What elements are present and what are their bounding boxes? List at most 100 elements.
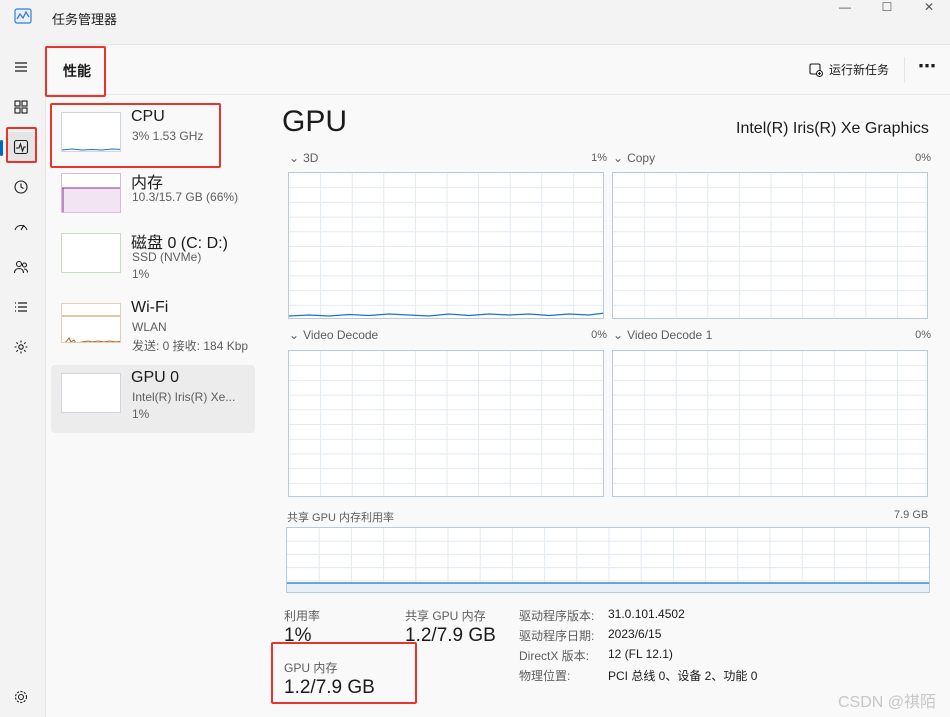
gpu-thumbnail: [61, 373, 121, 413]
app-title: 任务管理器: [52, 12, 118, 27]
details-icon: [15, 302, 27, 312]
title-bar: 任务管理器 — ☐ ✕: [0, 0, 950, 44]
header-divider: [904, 57, 905, 83]
device-detail: SSD (NVMe): [132, 250, 202, 264]
active-indicator: [0, 140, 3, 156]
graph-grid: [613, 173, 927, 318]
history-icon: [14, 180, 28, 194]
performance-icon: [13, 139, 29, 155]
graph-grid: [289, 351, 603, 496]
device-name: Wi-Fi: [131, 299, 169, 316]
nav-users[interactable]: [6, 252, 36, 282]
utilization-value: 1%: [284, 625, 312, 646]
shared-memory-max: 7.9 GB: [894, 509, 929, 521]
driver-version-label: 驱动程序版本:: [519, 609, 595, 623]
run-new-task-button[interactable]: 运行新任务: [809, 61, 889, 78]
device-gpu[interactable]: GPU 0 Intel(R) Iris(R) Xe... 1%: [51, 365, 255, 433]
startup-icon: [14, 224, 28, 231]
page-title: 性能: [63, 63, 91, 79]
settings-icon: [14, 690, 28, 704]
nav-performance[interactable]: [6, 132, 36, 162]
gpu-heading: GPU: [282, 105, 348, 138]
engine-graph-video-decode: [288, 350, 604, 497]
engine-percent: 1%: [591, 152, 607, 164]
run-new-task-label: 运行新任务: [829, 63, 890, 77]
chevron-down-icon: ⌄: [613, 151, 624, 165]
nav-rail: [0, 44, 45, 717]
nav-history[interactable]: [6, 172, 36, 202]
settings-button[interactable]: [6, 682, 36, 712]
hamburger-icon: [15, 62, 27, 72]
cpu-thumbnail: [61, 112, 121, 152]
shared-memory-fill: [287, 582, 929, 592]
device-memory[interactable]: 内存 10.3/15.7 GB (66%): [51, 165, 255, 233]
engine-percent: 0%: [915, 329, 931, 341]
device-detail: 10.3/15.7 GB (66%): [132, 190, 239, 204]
device-throughput: 发送: 0 接收: 184 Kbp: [132, 339, 249, 353]
engine-percent: 0%: [591, 329, 607, 341]
gpu-memory-value: 1.2/7.9 GB: [284, 677, 375, 698]
watermark: CSDN @祺陌: [838, 694, 937, 711]
device-detail: Intel(R) Iris(R) Xe...: [132, 390, 236, 404]
device-cpu[interactable]: CPU 3% 1.53 GHz: [51, 104, 255, 172]
chevron-down-icon: ⌄: [289, 151, 300, 165]
device-detail: WLAN: [132, 320, 167, 334]
page-header: 性能 运行新任务 ⋯: [46, 45, 950, 95]
gpu-model-name: Intel(R) Iris(R) Xe Graphics: [736, 120, 929, 137]
device-disk[interactable]: 磁盘 0 (C: D:) SSD (NVMe) 1%: [51, 225, 255, 293]
hamburger-button[interactable]: [6, 52, 36, 82]
directx-version-label: DirectX 版本:: [519, 649, 590, 663]
nav-processes[interactable]: [6, 92, 36, 122]
wifi-thumbnail: [61, 303, 121, 343]
engine-graph-3d: [288, 172, 604, 319]
minimize-button[interactable]: —: [822, 0, 868, 14]
engine-name: Copy: [627, 151, 656, 165]
maximize-button[interactable]: ☐: [864, 0, 910, 14]
device-wifi[interactable]: Wi-Fi WLAN 发送: 0 接收: 184 Kbp: [51, 295, 255, 363]
directx-version-value: 12 (FL 12.1): [608, 647, 673, 661]
engine-selector-copy[interactable]: ⌄ Copy: [613, 151, 655, 165]
nav-startup[interactable]: [6, 212, 36, 242]
driver-date-label: 驱动程序日期:: [519, 629, 595, 643]
close-icon: ✕: [923, 0, 935, 14]
shared-memory-graph: [286, 527, 930, 593]
physical-location-label: 物理位置:: [519, 669, 571, 683]
close-button[interactable]: ✕: [906, 0, 950, 14]
graph-grid: [613, 351, 927, 496]
engine-graph-video-decode-1: [612, 350, 928, 497]
driver-version-value: 31.0.101.4502: [608, 607, 685, 621]
engine-selector-video-decode[interactable]: ⌄ Video Decode: [289, 328, 378, 342]
engine-graph-copy: [612, 172, 928, 319]
engine-selector-video-decode-1[interactable]: ⌄ Video Decode 1: [613, 328, 712, 342]
shared-gpu-memory-value: 1.2/7.9 GB: [405, 625, 496, 646]
gpu-memory-label: GPU 内存: [284, 661, 338, 675]
processes-icon: [14, 100, 28, 114]
disk-thumbnail: [61, 233, 121, 273]
nav-services[interactable]: [6, 332, 36, 362]
nav-details[interactable]: [6, 292, 36, 322]
engine-name: Video Decode 1: [627, 328, 713, 342]
shared-gpu-memory-label: 共享 GPU 内存: [405, 609, 486, 623]
engine-name: 3D: [303, 151, 319, 165]
users-icon: [13, 260, 29, 274]
graph-line: [289, 312, 603, 317]
device-name: CPU: [131, 108, 165, 125]
chevron-down-icon: ⌄: [613, 328, 624, 342]
chevron-down-icon: ⌄: [289, 328, 300, 342]
engine-name: Video Decode: [303, 328, 379, 342]
shared-memory-label: 共享 GPU 内存利用率: [287, 512, 394, 524]
more-options-button[interactable]: ⋯: [918, 56, 937, 77]
run-task-icon: [809, 62, 823, 77]
driver-date-value: 2023/6/15: [608, 627, 662, 641]
memory-thumbnail: [61, 173, 121, 213]
content-panel: 性能 运行新任务 ⋯ CPU 3% 1.53 GHz 内存 10.3/15.7 …: [45, 44, 950, 717]
engine-percent: 0%: [915, 152, 931, 164]
utilization-label: 利用率: [284, 609, 321, 623]
minimize-icon: —: [839, 0, 851, 14]
maximize-icon: ☐: [881, 0, 893, 14]
device-usage: 1%: [132, 407, 150, 421]
chart-icon: [14, 8, 32, 24]
services-icon: [14, 340, 28, 354]
engine-selector-3d[interactable]: ⌄ 3D: [289, 151, 318, 165]
device-detail: 3% 1.53 GHz: [132, 129, 204, 143]
